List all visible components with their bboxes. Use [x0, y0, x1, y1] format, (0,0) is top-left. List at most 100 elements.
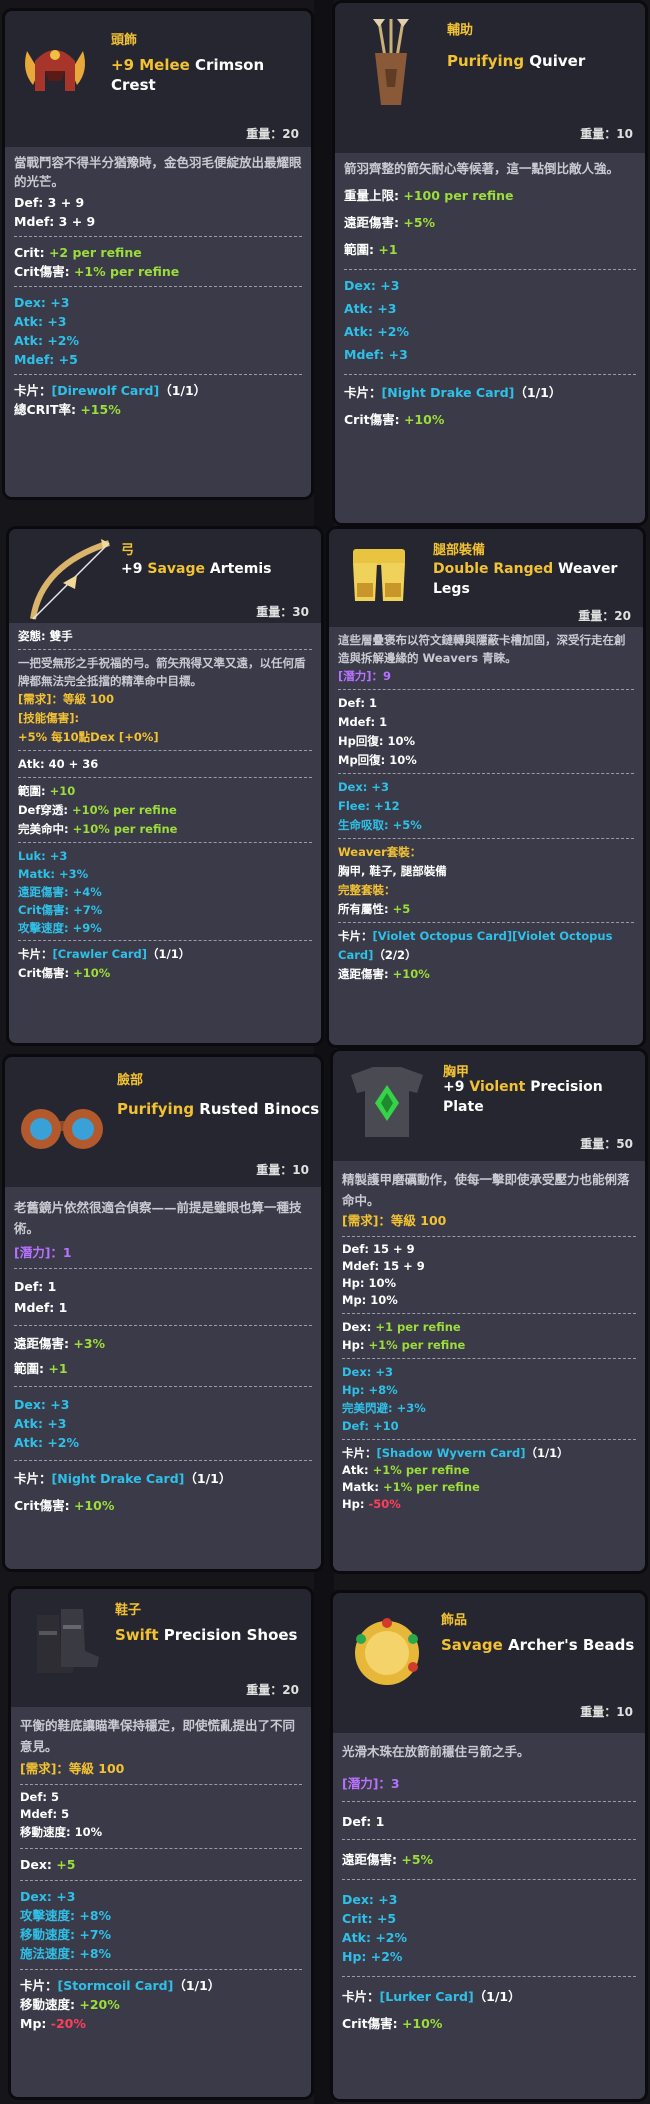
stat-line: Mdef: 3 + 9: [14, 214, 96, 229]
stat-line: Crit傷害: +1% per refine: [14, 264, 180, 279]
card-effect-line: Mp: -20%: [20, 2016, 86, 2031]
item-prefix: Double Ranged: [433, 561, 554, 577]
weight-label: 重量：20: [246, 1683, 299, 1697]
bonus-line: 完美閃避: +3%: [342, 1401, 426, 1415]
divider: [14, 1268, 312, 1269]
requirement-line: [需求]：等級 100: [342, 1213, 447, 1228]
card-link[interactable]: [Night Drake Card]: [382, 385, 515, 400]
divider: [344, 374, 636, 375]
stat-line: 移動速度: 10%: [20, 1825, 103, 1839]
stance-line: 姿態: 雙手: [18, 629, 73, 643]
item-prefix: Swift: [115, 1626, 159, 1644]
card-effect-line: Matk: +1% per refine: [342, 1480, 480, 1494]
item-card-archers-beads[interactable]: 飾品 Savage Archer's Beads 重量：10 光滑木珠在放箭前穩…: [330, 1590, 648, 2102]
stat-line: Mp回復: 10%: [338, 753, 417, 767]
divider: [20, 1969, 302, 1970]
slot-label: 鞋子: [115, 1603, 142, 1618]
bonus-line: Atk: +2%: [14, 1435, 80, 1450]
stat-line: Mdef: 5: [20, 1807, 70, 1821]
divider: [18, 940, 312, 941]
item-card-weaver-legs[interactable]: 腿部裝備 Double Ranged Weaver Legs 重量：20 這些層…: [326, 526, 646, 1048]
item-card-purifying-quiver[interactable]: 輔助 Purifying Quiver 重量：10 箭羽齊整的箭矢耐心等候著，這…: [332, 0, 648, 526]
requirement-line: [需求]：等級 100: [20, 1761, 125, 1776]
item-description: 老舊鏡片依然很適合偵察——前提是雖眼也算一種技術。: [14, 1200, 302, 1236]
card-slot-line: 卡片：[Night Drake Card]（1/1）: [14, 1471, 232, 1486]
item-name-rest: Rusted Binocs: [194, 1100, 320, 1118]
stats-panel: 平衡的鞋底讓瞄準保持穩定，即使慌亂提出了不同意見。 [需求]：等級 100 De…: [11, 1707, 311, 2097]
slot-label: 腿部裝備: [433, 543, 486, 558]
weight-label: 重量：10: [580, 1705, 633, 1719]
item-card-savage-artemis[interactable]: 弓 +9 Savage Artemis 重量：30 姿態: 雙手 一把受無形之手…: [6, 526, 324, 1046]
stat-line: Def穿透: +10% per refine: [18, 803, 177, 817]
stat-line: Def: 5: [20, 1790, 59, 1804]
item-description: 箭羽齊整的箭矢耐心等候著，這一點倒比敵人強。: [344, 161, 620, 176]
item-name-rest: Archer's Beads: [502, 1636, 635, 1654]
bonus-line: Mdef: +3: [344, 347, 408, 362]
bonus-line: Mdef: +5: [14, 352, 78, 367]
item-name: Purifying Rusted Binocs: [117, 1099, 321, 1119]
slot-label: 臉部: [117, 1073, 144, 1088]
card-link[interactable]: [Direwolf Card]: [52, 383, 160, 398]
item-name-rest: Quiver: [524, 52, 586, 70]
bow-icon: [23, 535, 119, 625]
set-label: Weaver套裝：: [338, 845, 422, 859]
stat-line: Hp回復: 10%: [338, 734, 415, 748]
set-full-label: 完整套裝：: [338, 883, 396, 897]
bonus-line: 移動速度: +7%: [20, 1927, 112, 1942]
stat-line: Def: 15 + 9: [342, 1242, 415, 1256]
item-card-crimson-crest[interactable]: 頭飾 +9 Melee Crimson Crest 重量：20 當戰鬥容不得半分…: [2, 8, 314, 500]
beads-icon: [347, 1613, 427, 1693]
item-name: +9 Violent Precision Plate: [443, 1077, 643, 1117]
stat-line: Crit: +2 per refine: [14, 245, 142, 260]
weight-label: 重量：30: [256, 605, 309, 619]
stat-line: Def: 1: [342, 1814, 385, 1829]
item-prefix: Savage: [441, 1636, 503, 1654]
bonus-line: Dex: +3: [344, 278, 400, 293]
divider: [14, 1386, 312, 1387]
stat-line: 範圍: +10: [18, 784, 76, 798]
card-link[interactable]: [Shadow Wyvern Card]: [377, 1446, 526, 1460]
card-link[interactable]: [Crawler Card]: [53, 947, 148, 961]
bonus-line: Hp: +8%: [342, 1383, 398, 1397]
divider: [14, 1460, 312, 1461]
divider: [342, 1976, 636, 1977]
card-link[interactable]: [Lurker Card]: [380, 1989, 474, 2004]
item-description: 一把受無形之手祝福的弓。箭矢飛得又準又遠，以任何盾牌都無法完全抵擋的精準命中目標…: [18, 656, 306, 688]
bonus-line: Atk: +2%: [344, 324, 410, 339]
bonus-line: Luk: +3: [18, 849, 68, 863]
item-name: +9 Melee Crimson Crest: [111, 55, 311, 95]
item-card-precision-shoes[interactable]: 鞋子 Swift Precision Shoes 重量：20 平衡的鞋底讓瞄準保…: [8, 1586, 314, 2100]
stats-panel: 老舊鏡片依然很適合偵察——前提是雖眼也算一種技術。 [潛力]：1 Def: 1 …: [5, 1187, 321, 1569]
stat-line: Mdef: 15 + 9: [342, 1259, 425, 1273]
card-link[interactable]: [Stormcoil Card]: [58, 1978, 174, 1993]
stat-line: Dex: +1 per refine: [342, 1320, 461, 1334]
bonus-line: Crit傷害: +7%: [18, 903, 103, 917]
card-link[interactable]: [Night Drake Card]: [52, 1471, 185, 1486]
divider: [342, 1439, 636, 1440]
stats-panel: 當戰鬥容不得半分猶豫時，金色羽毛便綻放出最耀眼的光芒。 Def: 3 + 9 M…: [5, 147, 311, 497]
bonus-line: Matk: +3%: [18, 867, 89, 881]
item-prefix: Savage: [147, 561, 205, 577]
bonus-line: Dex: +3: [20, 1889, 76, 1904]
card-slot-line: 卡片：[Shadow Wyvern Card]（1/1）: [342, 1446, 569, 1460]
item-description: 當戰鬥容不得半分猶豫時，金色羽毛便綻放出最耀眼的光芒。: [14, 155, 302, 189]
item-card-precision-plate[interactable]: 胸甲 +9 Violent Precision Plate 重量：50 精製護甲…: [330, 1048, 648, 1574]
weight-label: 重量：50: [580, 1137, 633, 1151]
potential-line: [潛力]：9: [338, 669, 392, 683]
set-full-effect: 所有屬性: +5: [338, 902, 411, 916]
item-name: Savage Archer's Beads: [441, 1635, 641, 1655]
card-effect-line: Crit傷害: +10%: [344, 412, 445, 427]
item-name-rest: Precision Shoes: [158, 1626, 298, 1644]
requirement-line: [需求]：等級 100: [18, 692, 115, 706]
item-card-rusted-binocs[interactable]: 臉部 Purifying Rusted Binocs 重量：10 老舊鏡片依然很…: [2, 1054, 324, 1572]
divider: [18, 777, 312, 778]
item-prefix: Violent: [469, 1079, 526, 1095]
stat-line: Mdef: 1: [14, 1300, 68, 1315]
card-slot-line: 卡片：[Violet Octopus Card][Violet Octopus …: [338, 929, 613, 962]
bonus-line: Atk: +3: [14, 1416, 67, 1431]
stat-line: 重量上限: +100 per refine: [344, 188, 514, 203]
divider: [342, 1801, 636, 1802]
divider: [338, 922, 634, 923]
chest-plate-icon: [343, 1063, 431, 1143]
stat-line: Mdef: 1: [338, 715, 388, 729]
